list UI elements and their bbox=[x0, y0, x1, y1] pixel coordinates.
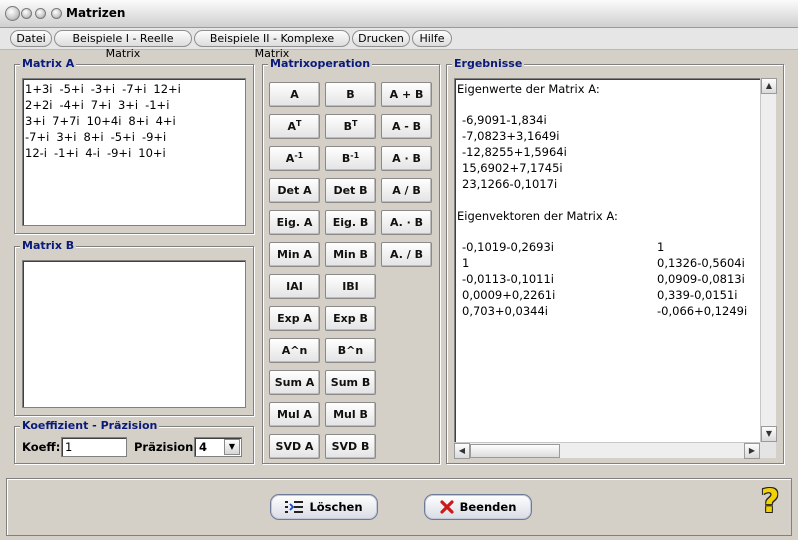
menu-beispiele-reell[interactable]: Beispiele I - Reelle Matrix bbox=[54, 30, 192, 60]
eigenwert-item: -12,8255+1,5964i bbox=[462, 145, 567, 159]
matrix-a-row: 12-i -1+i 4-i -9+i 10+i bbox=[25, 146, 166, 160]
op-a-div-b-button[interactable]: A / B bbox=[381, 178, 432, 203]
op-a-transpose-button[interactable]: AT bbox=[269, 114, 320, 139]
chevron-down-icon[interactable]: ▼ bbox=[224, 439, 240, 455]
menu-datei[interactable]: Datei bbox=[10, 30, 52, 47]
horizontal-scroll-thumb[interactable] bbox=[470, 444, 560, 458]
bottom-panel bbox=[6, 478, 792, 536]
op-min-a-button[interactable]: Min A bbox=[269, 242, 320, 267]
loeschen-button[interactable]: Löschen bbox=[270, 494, 378, 520]
op-a-minus-b-button[interactable]: A - B bbox=[381, 114, 432, 139]
close-x-icon bbox=[440, 500, 454, 514]
eigenvektor-cell: 0,339-0,0151i bbox=[657, 288, 738, 302]
matrix-a-row: -7+i 3+i 8+i -5+i -9+i bbox=[25, 130, 167, 144]
praezision-value: 4 bbox=[199, 440, 208, 454]
koeff-title: Koeffizient - Präzision bbox=[20, 419, 160, 433]
op-min-b-button[interactable]: Min B bbox=[325, 242, 376, 267]
op-sum-a-button[interactable]: Sum A bbox=[269, 370, 320, 395]
results-horizontal-scrollbar[interactable]: ◀ ▶ bbox=[454, 442, 760, 459]
op-exp-a-button[interactable]: Exp A bbox=[269, 306, 320, 331]
scroll-down-icon[interactable]: ▼ bbox=[761, 426, 777, 442]
menu-bar: Datei Beispiele I - Reelle Matrix Beispi… bbox=[0, 28, 798, 60]
op-b-button[interactable]: B bbox=[325, 82, 376, 107]
scroll-corner bbox=[760, 442, 776, 458]
menu-drucken[interactable]: Drucken bbox=[352, 30, 410, 47]
results-vertical-scrollbar[interactable]: ▲ ▼ bbox=[760, 78, 777, 442]
eigenvektor-cell: -0,1019-0,2693i bbox=[462, 240, 554, 254]
op-svd-b-button[interactable]: SVD B bbox=[325, 434, 376, 459]
maximize-window-icon[interactable] bbox=[35, 8, 46, 19]
matrixoperation-title: Matrixoperation bbox=[268, 57, 373, 71]
op-abs-b-button[interactable]: IBI bbox=[325, 274, 376, 299]
menu-beispiele-komplex[interactable]: Beispiele II - Komplexe Matrix bbox=[194, 30, 350, 60]
menu-hilfe[interactable]: Hilfe bbox=[412, 30, 452, 47]
op-b-power-button[interactable]: B^n bbox=[325, 338, 376, 363]
praezision-label: Präzision: bbox=[134, 440, 198, 454]
eigenvektor-cell: 0,0909-0,0813i bbox=[657, 272, 745, 286]
op-a-times-b-button[interactable]: A · B bbox=[381, 146, 432, 171]
eigenvektor-cell: 0,703+0,0344i bbox=[462, 304, 548, 318]
matrix-a-input[interactable]: 1+3i -5+i -3+i -7+i 12+i 2+2i -4+i 7+i 3+i -1+i … bbox=[22, 78, 246, 226]
matrix-a-row: 2+2i -4+i 7+i 3+i -1+i bbox=[25, 98, 170, 112]
op-eig-b-button[interactable]: Eig. B bbox=[325, 210, 376, 235]
eigenvektor-cell: 1 bbox=[462, 256, 470, 270]
eigenwert-item: 15,6902+7,1745i bbox=[462, 161, 563, 175]
eigenvektor-cell: -0,0113-0,1011i bbox=[462, 272, 554, 286]
op-svd-a-button[interactable]: SVD A bbox=[269, 434, 320, 459]
op-exp-b-button[interactable]: Exp B bbox=[325, 306, 376, 331]
eigenwert-item: 23,1266-0,1017i bbox=[462, 177, 558, 191]
beenden-button[interactable]: Beenden bbox=[424, 494, 532, 520]
op-eig-a-button[interactable]: Eig. A bbox=[269, 210, 320, 235]
minimize-window-icon[interactable] bbox=[21, 8, 32, 19]
op-mul-a-button[interactable]: Mul A bbox=[269, 402, 320, 427]
eigenvektor-cell: 1 bbox=[657, 240, 665, 254]
op-det-a-button[interactable]: Det A bbox=[269, 178, 320, 203]
op-det-b-button[interactable]: Det B bbox=[325, 178, 376, 203]
loeschen-label: Löschen bbox=[309, 500, 363, 514]
help-question-icon[interactable]: ? bbox=[754, 484, 786, 520]
op-sum-b-button[interactable]: Sum B bbox=[325, 370, 376, 395]
eigenwerte-heading: Eigenwerte der Matrix A: bbox=[457, 82, 600, 96]
koeff-label: Koeff: bbox=[22, 440, 61, 454]
praezision-select[interactable]: 4 ▼ bbox=[194, 437, 242, 457]
eigenvektoren-heading: Eigenvektoren der Matrix A: bbox=[457, 209, 618, 223]
op-mul-b-button[interactable]: Mul B bbox=[325, 402, 376, 427]
op-elementwise-div-button[interactable]: A. / B bbox=[381, 242, 432, 267]
eigenvektor-cell: 0,1326-0,5604i bbox=[657, 256, 745, 270]
eigenwert-item: -7,0823+3,1649i bbox=[462, 129, 560, 143]
eigenvektor-cell: 0,0009+0,2261i bbox=[462, 288, 556, 302]
matrix-a-row: 3+i 7+7i 10+4i 8+i 4+i bbox=[25, 114, 176, 128]
matrix-a-row: 1+3i -5+i -3+i -7+i 12+i bbox=[25, 82, 181, 96]
matrix-a-title: Matrix A bbox=[20, 57, 77, 71]
title-bar: Matrizen bbox=[0, 0, 798, 28]
scroll-up-icon[interactable]: ▲ bbox=[761, 78, 777, 94]
close-window-icon[interactable] bbox=[5, 6, 20, 21]
app-icon bbox=[51, 8, 62, 19]
op-a-power-button[interactable]: A^n bbox=[269, 338, 320, 363]
koeff-input[interactable]: 1 bbox=[61, 437, 127, 457]
op-abs-a-button[interactable]: IAI bbox=[269, 274, 320, 299]
op-elementwise-times-button[interactable]: A. · B bbox=[381, 210, 432, 235]
op-a-button[interactable]: A bbox=[269, 82, 320, 107]
op-b-transpose-button[interactable]: BT bbox=[325, 114, 376, 139]
ergebnisse-title: Ergebnisse bbox=[452, 57, 525, 71]
op-a-inverse-button[interactable]: A -1 bbox=[269, 146, 320, 171]
matrix-b-title: Matrix B bbox=[20, 239, 77, 253]
matrix-b-input[interactable] bbox=[22, 260, 246, 408]
op-a-plus-b-button[interactable]: A + B bbox=[381, 82, 432, 107]
clear-list-icon bbox=[285, 501, 304, 513]
eigenvektor-cell: -0,066+0,1249i bbox=[657, 304, 748, 318]
beenden-label: Beenden bbox=[459, 500, 517, 514]
op-b-inverse-button[interactable]: B -1 bbox=[325, 146, 376, 171]
scroll-left-icon[interactable]: ◀ bbox=[454, 443, 470, 459]
scroll-right-icon[interactable]: ▶ bbox=[744, 443, 760, 459]
window-title: Matrizen bbox=[66, 6, 126, 20]
eigenwert-item: -6,9091-1,834i bbox=[462, 113, 547, 127]
